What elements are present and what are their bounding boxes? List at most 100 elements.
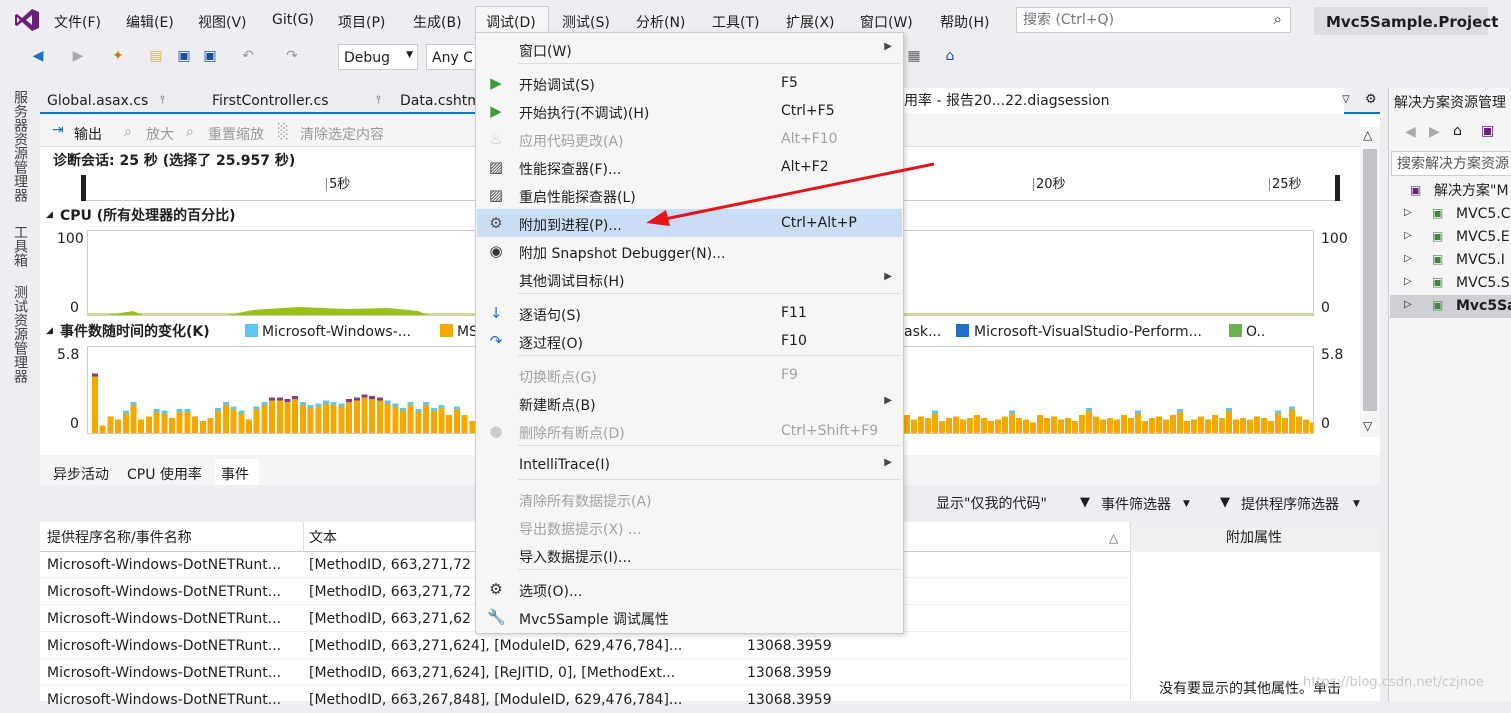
solution-node[interactable]: ▣ 解决方案"M (1390, 180, 1511, 203)
debug-menu-item[interactable]: 新建断点(B) ▶ (477, 389, 902, 417)
tab-data-cshtml[interactable]: Data.cshtm (400, 94, 481, 108)
output-button[interactable]: 输出 (74, 124, 102, 144)
open-folder-icon[interactable]: ▤ (148, 48, 164, 64)
project-node[interactable]: ▷ ▣ Mvc5Sa (1390, 295, 1511, 318)
column-provider[interactable]: 提供程序名称/事件名称 (47, 531, 192, 545)
menu-tools[interactable]: 工具(T) (712, 12, 759, 32)
platform-select[interactable]: Any C (426, 44, 476, 70)
filter-icon[interactable]: ▼ (1080, 496, 1090, 509)
zoom-in-button[interactable]: 放大 (146, 124, 174, 144)
clear-selection-icon[interactable]: ░ (278, 124, 289, 140)
config-select[interactable]: Debug ▼ (338, 44, 418, 70)
menu-debug[interactable]: 调试(D) (486, 12, 536, 32)
tab-global-asax[interactable]: Global.asax.cs (47, 94, 148, 108)
tab-test-explorer[interactable]: 测试资源管理器 (10, 285, 30, 383)
project-node[interactable]: ▷ ▣ MVC5.E (1390, 226, 1511, 249)
zoom-in-icon[interactable]: ⌕ (124, 124, 132, 140)
menu-view[interactable]: 视图(V) (198, 12, 247, 32)
debug-menu-item[interactable]: 🔧 Mvc5Sample 调试属性 (477, 603, 902, 631)
clear-selection-button[interactable]: 清除选定内容 (300, 124, 384, 144)
expand-arrow-icon[interactable]: ▷ (1404, 208, 1412, 218)
solution-search-input[interactable]: 搜索解决方案资源 (1397, 157, 1509, 171)
tab-diagsession[interactable]: 用率 - 报告20...22.diagsession (904, 94, 1109, 108)
event-filter-button[interactable]: 事件筛选器 (1101, 498, 1171, 512)
scroll-thumb[interactable] (1363, 149, 1377, 411)
project-node[interactable]: ▷ ▣ MVC5.S (1390, 272, 1511, 295)
back-icon[interactable]: ◀ (30, 48, 46, 64)
pin-icon[interactable]: ⫯ (160, 94, 165, 105)
zoom-reset-icon[interactable]: ⌕ (186, 124, 194, 140)
save-icon[interactable]: ▣ (176, 48, 192, 64)
expand-arrow-icon[interactable]: ▷ (1404, 300, 1412, 310)
debug-menu-item[interactable]: 导入数据提示(I)... (477, 541, 902, 569)
switch-views-icon[interactable]: ▣ (1481, 124, 1494, 138)
tab-async[interactable]: 异步活动 (53, 464, 109, 484)
selection-end-handle[interactable] (1335, 175, 1340, 201)
search-icon[interactable]: ⌕ (1274, 12, 1282, 27)
debug-menu-item[interactable]: 其他调试目标(H) ▶ (477, 265, 902, 293)
debug-menu-item[interactable]: ▶ 开始调试(S) F5 (477, 69, 902, 97)
tab-cpu-usage[interactable]: CPU 使用率 (127, 464, 202, 484)
debug-menu-item[interactable]: 窗口(W) ▶ (477, 35, 902, 63)
menu-window[interactable]: 窗口(W) (860, 12, 913, 32)
sort-icon[interactable]: △ (1109, 532, 1118, 544)
events-collapse-icon[interactable]: ◢ (46, 327, 53, 336)
project-node[interactable]: ▷ ▣ MVC5.I (1390, 249, 1511, 272)
scroll-up-icon[interactable]: △ (1363, 129, 1372, 141)
debug-menu-item[interactable]: ⚙ 选项(O)... (477, 575, 902, 603)
forward-icon[interactable]: ▶ (70, 48, 86, 64)
column-divider[interactable] (303, 522, 304, 552)
home-icon[interactable]: ⌂ (1453, 124, 1462, 138)
menu-test[interactable]: 测试(S) (562, 12, 610, 32)
debug-menu-item[interactable]: ◉ 附加 Snapshot Debugger(N)... (477, 237, 902, 265)
menu-extensions[interactable]: 扩展(X) (786, 12, 835, 32)
reset-zoom-button[interactable]: 重置缩放 (208, 124, 264, 144)
project-node[interactable]: ▷ ▣ MVC5.C (1390, 203, 1511, 226)
tab-server-explorer[interactable]: 服务器资源管理器 (10, 90, 30, 202)
output-icon[interactable]: ⇥ (52, 123, 64, 137)
home-icon[interactable]: ⌂ (942, 48, 958, 64)
tab-list-icon[interactable]: ▽ (1342, 95, 1350, 105)
filter-icon[interactable]: ▼ (1220, 496, 1230, 509)
tab-first-controller[interactable]: FirstController.cs (212, 94, 328, 108)
tab-toolbox[interactable]: 工具箱 (10, 225, 30, 267)
solution-search[interactable]: 搜索解决方案资源 (1391, 151, 1511, 176)
back-icon[interactable]: ◀ (1405, 125, 1416, 139)
new-project-icon[interactable]: ✦ (110, 48, 126, 64)
gear-icon[interactable]: ⚙ (1365, 93, 1377, 106)
scroll-down-icon[interactable]: ▽ (1363, 420, 1372, 432)
menu-build[interactable]: 生成(B) (413, 12, 462, 32)
menu-help[interactable]: 帮助(H) (940, 12, 989, 32)
cpu-collapse-icon[interactable]: ◢ (46, 211, 53, 220)
table-row[interactable]: Microsoft-Windows-DotNETRunt... [MethodID… (40, 659, 1130, 686)
expand-arrow-icon[interactable]: ▷ (1404, 231, 1412, 241)
find-in-files-icon[interactable]: ▦ (906, 48, 922, 64)
just-my-code-button[interactable]: 显示"仅我的代码" (936, 497, 1047, 511)
menu-project[interactable]: 项目(P) (338, 12, 385, 32)
debug-menu-item[interactable]: ▶ 开始执行(不调试)(H) Ctrl+F5 (477, 97, 902, 125)
menu-git[interactable]: Git(G) (272, 12, 314, 28)
debug-menu-item[interactable]: ↓ 逐语句(S) F11 (477, 299, 902, 327)
panel-vscrollbar[interactable]: △ ▽ (1360, 127, 1380, 437)
table-row[interactable]: Microsoft-Windows-DotNETRunt... [MethodID… (40, 632, 1130, 659)
save-all-icon[interactable]: ▣ (202, 48, 218, 64)
menu-analyze[interactable]: 分析(N) (636, 12, 685, 32)
expand-arrow-icon[interactable]: ▷ (1404, 277, 1412, 287)
redo-icon[interactable]: ↷ (284, 48, 300, 64)
expand-arrow-icon[interactable]: ▷ (1404, 254, 1412, 264)
debug-menu-item[interactable]: IntelliTrace(I) ▶ (477, 451, 902, 479)
undo-icon[interactable]: ↶ (240, 48, 256, 64)
search-box[interactable]: 搜索 (Ctrl+Q) ⌕ (1016, 7, 1291, 33)
debug-menu-item[interactable]: ↷ 逐过程(O) F10 (477, 327, 902, 355)
table-row[interactable]: Microsoft-Windows-DotNETRunt... [MethodID… (40, 686, 1130, 713)
vs-logo-icon[interactable] (14, 8, 40, 32)
tab-events[interactable]: 事件 (221, 464, 249, 484)
provider-filter-button[interactable]: 提供程序筛选器 (1241, 498, 1339, 512)
search-input[interactable]: 搜索 (Ctrl+Q) (1023, 13, 1114, 27)
column-text[interactable]: 文本 (309, 531, 337, 545)
selection-start-handle[interactable] (81, 175, 86, 201)
menu-file[interactable]: 文件(F) (54, 12, 101, 32)
menu-edit[interactable]: 编辑(E) (126, 12, 174, 32)
forward-icon[interactable]: ▶ (1429, 125, 1440, 139)
pin-icon[interactable]: ⫯ (376, 94, 381, 105)
